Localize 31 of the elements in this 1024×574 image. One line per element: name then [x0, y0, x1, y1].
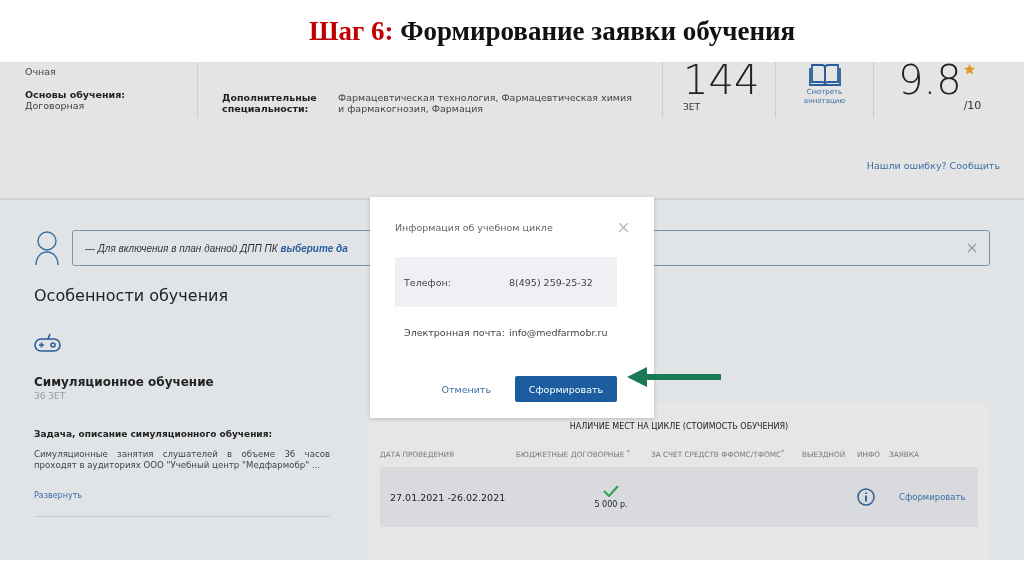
field-value: info@medfarmobr.ru	[509, 326, 608, 338]
table-caption: НАЛИЧИЕ МЕСТ НА ЦИКЛЕ (СТОИМОСТЬ ОБУЧЕНИЯ)	[569, 422, 789, 431]
feature-title: Симуляционное обучение	[34, 375, 214, 389]
choose-link[interactable]: выберите да	[280, 242, 348, 254]
field-label: Электронная почта:	[404, 326, 506, 338]
task-description: Симуляционные занятия слушателей в объеме 36 часов проходят в аудиториях ООО "Учебный центр "Медфармобр" ...	[34, 449, 330, 471]
expand-link[interactable]: Развернуть	[34, 491, 83, 500]
credits-number: 144	[683, 62, 761, 98]
task-label: Задача, описание симуляционного обучения:	[34, 429, 273, 439]
form-request-link[interactable]: Сформировать	[889, 492, 978, 502]
slide-step-label: Шаг 6:	[308, 15, 394, 46]
rating-scale: /10	[963, 99, 982, 112]
specialties-label: Дополнительные специальности:	[222, 92, 318, 116]
report-error-link[interactable]: Нашли ошибку? Сообщить	[866, 160, 1000, 171]
feature-credits: 36 ЗЕТ	[34, 391, 66, 401]
section-heading: Особенности обучения	[34, 286, 229, 305]
hint-text: — Для включения в план данной ДПП ПК выберите да	[85, 242, 348, 254]
credits-unit: ЗЕТ	[683, 102, 701, 112]
rating-value: 9.8	[898, 62, 962, 105]
specialties-value: Фармацевтическая технология, Фармацевтическая химия и фармакогнозия, Фармация	[338, 92, 633, 116]
field-label: Телефон:	[404, 276, 452, 288]
price-cell: 5 000 р.	[594, 500, 628, 509]
slide-title: Формирование заявки обучения	[400, 15, 796, 46]
dialog-title: Информация об учебном цикле	[395, 221, 553, 233]
field-value: 8(495) 259-25-32	[509, 276, 593, 288]
basis-label: Основы обучения:	[25, 89, 127, 100]
date-cell-text: 27.01.2021 -26.02.2021	[389, 491, 507, 503]
basis-value: Договорная	[25, 100, 86, 111]
submit-button[interactable]: Сформировать	[515, 376, 617, 402]
cancel-button[interactable]: Отменить	[435, 376, 497, 402]
study-form-value: Очная	[25, 66, 57, 77]
